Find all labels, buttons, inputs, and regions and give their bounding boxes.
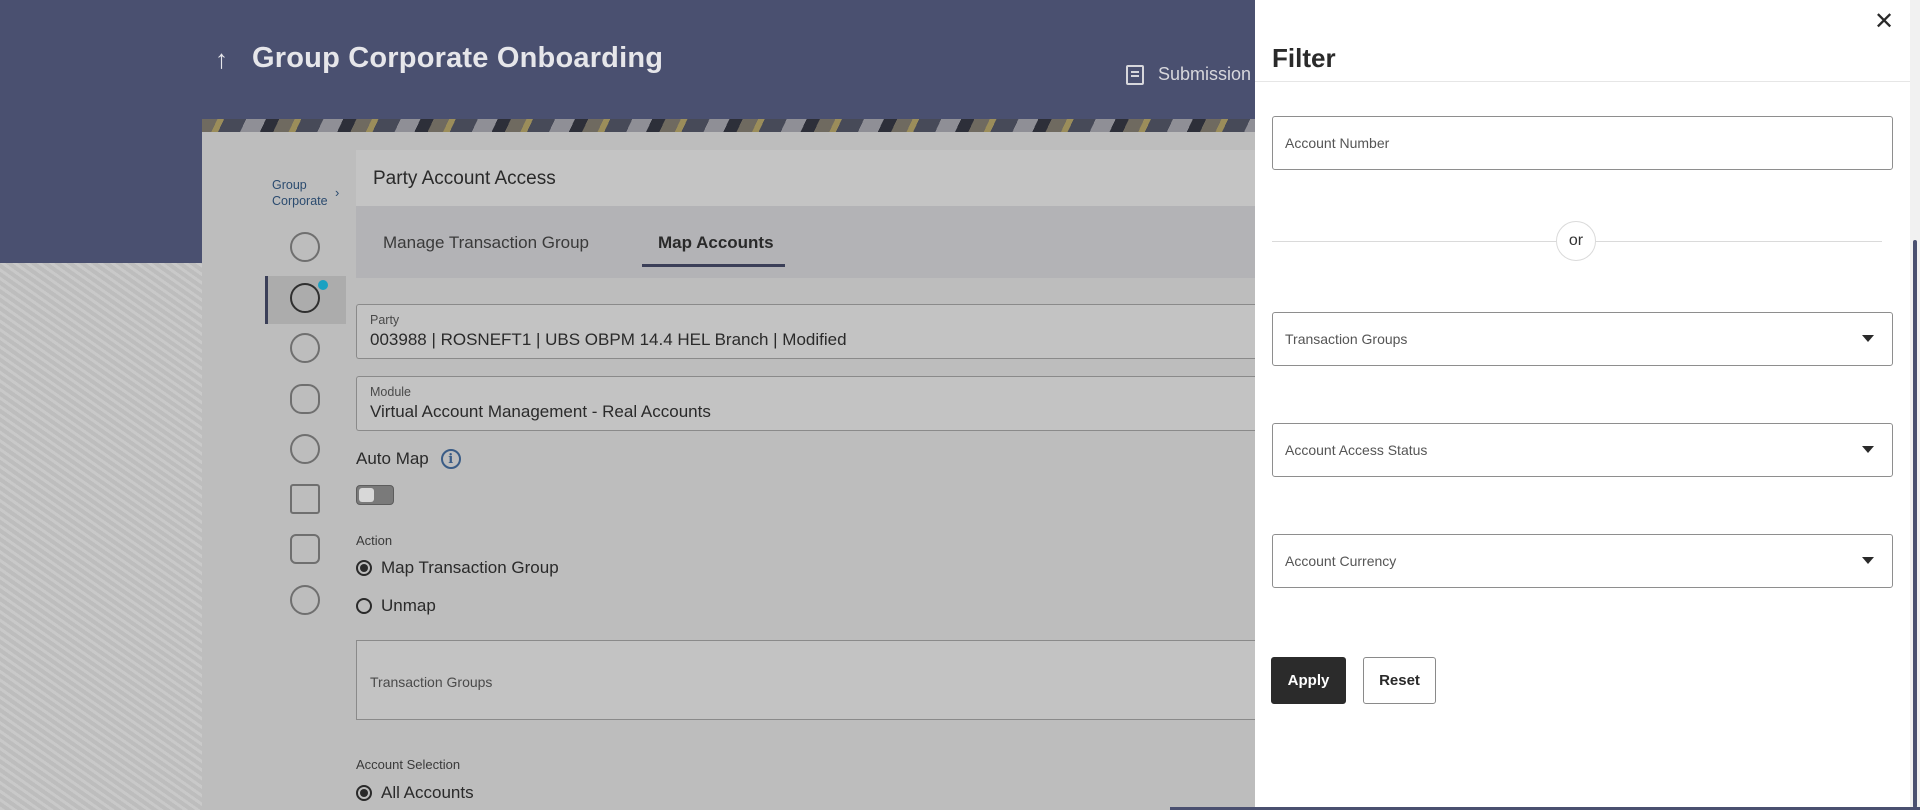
- radio-map-transaction-group[interactable]: Map Transaction Group: [356, 558, 559, 578]
- account-access-status-placeholder: Account Access Status: [1285, 442, 1428, 458]
- group-gear-icon[interactable]: [290, 585, 320, 615]
- caret-down-icon: [1862, 446, 1874, 453]
- transaction-groups-label: Transaction Groups: [370, 674, 493, 690]
- breadcrumb[interactable]: Group Corporate ›: [272, 177, 342, 209]
- notification-dot: [318, 280, 328, 290]
- module-value: Virtual Account Management - Real Accoun…: [370, 402, 711, 421]
- back-arrow-icon[interactable]: ↑: [215, 46, 228, 72]
- party-field[interactable]: Party 003988 | ROSNEFT1 | UBS OBPM 14.4 …: [356, 304, 1255, 359]
- tab-manage-transaction-group[interactable]: Manage Transaction Group: [383, 233, 589, 253]
- radio-button[interactable]: [356, 785, 372, 801]
- breadcrumb-label: Group Corporate: [272, 178, 328, 208]
- divider: [1255, 81, 1910, 82]
- submission-icon: [1126, 64, 1144, 85]
- tab-map-accounts[interactable]: Map Accounts: [658, 233, 774, 253]
- account-currency-placeholder: Account Currency: [1285, 553, 1397, 569]
- radio-label: Unmap: [381, 596, 436, 615]
- party-value: 003988 | ROSNEFT1 | UBS OBPM 14.4 HEL Br…: [370, 330, 847, 349]
- auto-map-row: Auto Map i: [356, 449, 461, 469]
- user-gear-icon[interactable]: [290, 434, 320, 464]
- page-title: Group Corporate Onboarding: [252, 42, 664, 74]
- chevron-right-icon: ›: [335, 185, 340, 200]
- account-currency-select[interactable]: Account Currency: [1272, 534, 1893, 588]
- workflow-icon[interactable]: [290, 534, 320, 564]
- radio-unmap[interactable]: Unmap: [356, 596, 436, 616]
- radio-all-accounts[interactable]: All Accounts: [356, 783, 474, 803]
- caret-down-icon: [1862, 557, 1874, 564]
- account-number-placeholder: Account Number: [1285, 135, 1390, 151]
- account-access-status-select[interactable]: Account Access Status: [1272, 423, 1893, 477]
- submission-label: Submission: [1158, 64, 1252, 84]
- active-tab-indicator: [642, 264, 785, 267]
- card-title: Party Account Access: [373, 168, 556, 189]
- account-number-input[interactable]: Account Number: [1272, 116, 1893, 170]
- close-icon[interactable]: ✕: [1874, 10, 1894, 34]
- radio-button[interactable]: [356, 598, 372, 614]
- apply-button[interactable]: Apply: [1271, 657, 1346, 704]
- globe-user-icon[interactable]: [290, 283, 320, 313]
- scrollbar-thumb[interactable]: [1913, 240, 1917, 808]
- party-label: Party: [370, 313, 400, 327]
- module-label: Module: [370, 385, 411, 399]
- background-pattern: [0, 263, 202, 810]
- radio-label: Map Transaction Group: [381, 558, 559, 577]
- banner-image: [202, 119, 1255, 132]
- users-icon[interactable]: [290, 384, 320, 414]
- document-icon[interactable]: [290, 484, 320, 514]
- page-title-row: ↑ Group Corporate Onboarding: [215, 42, 663, 75]
- radio-label: All Accounts: [381, 783, 474, 802]
- filter-title: Filter: [1272, 43, 1336, 73]
- module-field[interactable]: Module Virtual Account Management - Real…: [356, 376, 1255, 431]
- badge-icon[interactable]: [290, 333, 320, 363]
- action-label: Action: [356, 533, 393, 548]
- auto-map-toggle[interactable]: [356, 485, 394, 505]
- toggle-knob: [359, 488, 374, 502]
- caret-down-icon: [1862, 335, 1874, 342]
- radio-button[interactable]: [356, 560, 372, 576]
- transaction-groups-placeholder: Transaction Groups: [1285, 331, 1408, 347]
- info-icon[interactable]: i: [440, 449, 461, 469]
- auto-map-label: Auto Map: [356, 449, 429, 468]
- globe-icon[interactable]: [290, 232, 320, 262]
- or-separator: or: [1556, 221, 1596, 261]
- submission-link[interactable]: Submission: [1126, 64, 1251, 85]
- transaction-groups-select[interactable]: Transaction Groups: [1272, 312, 1893, 366]
- reset-button[interactable]: Reset: [1363, 657, 1436, 704]
- account-selection-label: Account Selection: [356, 757, 461, 772]
- transaction-groups-field[interactable]: Transaction Groups: [356, 640, 1255, 720]
